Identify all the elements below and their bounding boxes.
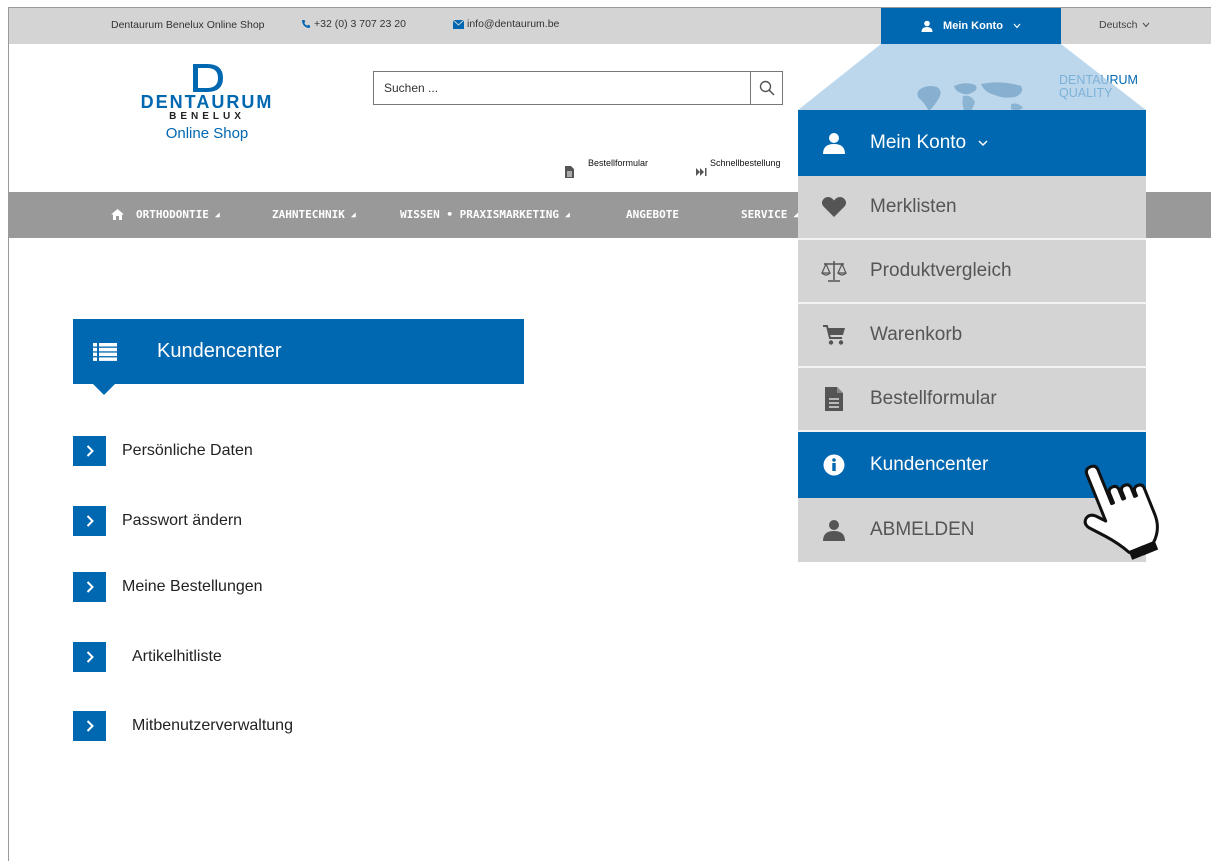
- phone-link[interactable]: +32 (0) 3 707 23 20: [301, 18, 406, 30]
- order-form-label: Bestellformular: [588, 158, 649, 168]
- menu-item-kundencenter[interactable]: Kundencenter: [798, 432, 1146, 498]
- nav-label: SERVICE: [741, 208, 788, 221]
- logo-wordmark: DENTAURUM: [140, 92, 274, 112]
- top-bar: Dentaurum Benelux Online Shop +32 (0) 3 …: [9, 8, 1211, 44]
- nav-label: ANGEBOTE: [626, 208, 679, 221]
- document-icon: [565, 166, 574, 178]
- link-label: Mitbenutzerverwaltung: [132, 717, 293, 734]
- link-label: Persönliche Daten: [122, 442, 253, 459]
- nav-label: ZAHNTECHNIK: [272, 208, 345, 221]
- menu-label: Kundencenter: [870, 454, 989, 475]
- menu-label: Mein Konto: [870, 132, 967, 153]
- email-link[interactable]: info@dentaurum.be: [453, 18, 559, 30]
- heart-icon: [821, 194, 847, 220]
- nav-item-zahntechnik[interactable]: ZAHNTECHNIK ◢: [272, 208, 356, 221]
- menu-label: ABMELDEN: [870, 519, 975, 540]
- link-artikelhitliste[interactable]: Artikelhitliste: [73, 642, 222, 672]
- menu-label: Merklisten: [870, 196, 957, 217]
- logo-emblem: [107, 63, 307, 93]
- link-mitbenutzerverwaltung[interactable]: Mitbenutzerverwaltung: [73, 711, 293, 741]
- logo-shop-label: Online Shop: [165, 125, 249, 142]
- menu-label: Warenkorb: [870, 324, 963, 345]
- cart-icon: [821, 322, 847, 348]
- menu-item-produktvergleich[interactable]: Produktvergleich: [798, 240, 1146, 304]
- kundencenter-header: Kundencenter: [73, 319, 524, 384]
- list-icon: [93, 342, 117, 361]
- dropdown-caret-icon: ◢: [214, 210, 220, 219]
- envelope-icon: [453, 19, 464, 29]
- quality-badge: DENTAURUM QUALITY: [1059, 74, 1138, 100]
- chevron-down-icon: [1013, 23, 1021, 29]
- nav-item-orthodontie[interactable]: ORTHODONTIE ◢: [111, 208, 220, 221]
- email-address: info@dentaurum.be: [467, 18, 560, 30]
- link-label: Meine Bestellungen: [122, 578, 263, 595]
- language-selector[interactable]: Deutsch: [1099, 19, 1150, 31]
- chevron-right-icon: [73, 711, 106, 741]
- chevron-right-icon: [73, 506, 106, 536]
- phone-icon: [301, 19, 311, 29]
- chevron-right-icon: [73, 642, 106, 672]
- menu-item-warenkorb[interactable]: Warenkorb: [798, 304, 1146, 368]
- quality-line-2: QUALITY: [1059, 86, 1113, 100]
- page: Dentaurum Benelux Online Shop +32 (0) 3 …: [8, 7, 1211, 861]
- document-icon: [821, 386, 847, 412]
- link-label: Passwort ändern: [122, 512, 243, 529]
- quick-order-link[interactable]: Schnellbestellung: [696, 158, 781, 176]
- menu-item-bestellformular[interactable]: Bestellformular: [798, 368, 1146, 432]
- scale-icon: [821, 258, 847, 284]
- nav-item-service[interactable]: SERVICE ◢: [741, 208, 798, 221]
- user-icon: [821, 517, 847, 543]
- account-label: Mein Konto: [943, 20, 1003, 32]
- search-box: [373, 71, 783, 105]
- menu-label: Produktvergleich: [870, 260, 1012, 281]
- language-label: Deutsch: [1099, 19, 1138, 31]
- header-pointer: [93, 384, 115, 395]
- shop-name: Dentaurum Benelux Online Shop: [111, 19, 265, 31]
- nav-label: ORTHODONTIE: [136, 208, 209, 221]
- quick-order-label: Schnellbestellung: [710, 158, 781, 168]
- dropdown-caret-icon: ◢: [564, 210, 570, 219]
- logo-subtitle: BENELUX: [169, 111, 245, 122]
- search-icon: [759, 80, 775, 96]
- menu-item-mein-konto[interactable]: Mein Konto: [798, 110, 1146, 176]
- link-passwort-aendern[interactable]: Passwort ändern: [73, 506, 242, 536]
- dentaurum-logo[interactable]: DENTAURUM BENELUX Online Shop: [107, 63, 307, 142]
- chevron-right-icon: [73, 572, 106, 602]
- search-button[interactable]: [750, 72, 782, 104]
- home-icon: [111, 209, 124, 220]
- menu-item-merklisten[interactable]: Merklisten: [798, 176, 1146, 240]
- user-icon: [821, 130, 847, 156]
- chevron-down-icon: [978, 139, 988, 147]
- kundencenter-title: Kundencenter: [157, 340, 282, 362]
- account-dropdown-menu: Mein Konto Merklisten Produktvergleich W…: [798, 110, 1146, 568]
- account-menu-button[interactable]: Mein Konto: [881, 8, 1061, 44]
- order-form-link[interactable]: Bestellformular: [565, 158, 648, 178]
- phone-number: +32 (0) 3 707 23 20: [314, 18, 406, 30]
- dropdown-caret-icon: ◢: [350, 210, 356, 219]
- nav-item-angebote[interactable]: ANGEBOTE: [626, 208, 679, 221]
- nav-label: WISSEN • PRAXISMARKETING: [400, 208, 559, 221]
- chevron-down-icon: [1142, 22, 1150, 28]
- chevron-right-icon: [73, 436, 106, 466]
- link-persoenliche-daten[interactable]: Persönliche Daten: [73, 436, 253, 466]
- menu-item-abmelden[interactable]: ABMELDEN: [798, 498, 1146, 562]
- nav-item-wissen[interactable]: WISSEN • PRAXISMARKETING ◢: [400, 208, 570, 221]
- search-input[interactable]: [374, 72, 750, 104]
- link-meine-bestellungen[interactable]: Meine Bestellungen: [73, 572, 263, 602]
- fast-forward-icon: [696, 168, 707, 176]
- info-icon: [821, 452, 847, 478]
- menu-label: Bestellformular: [870, 388, 997, 409]
- user-icon: [921, 20, 933, 32]
- link-label: Artikelhitliste: [132, 648, 222, 665]
